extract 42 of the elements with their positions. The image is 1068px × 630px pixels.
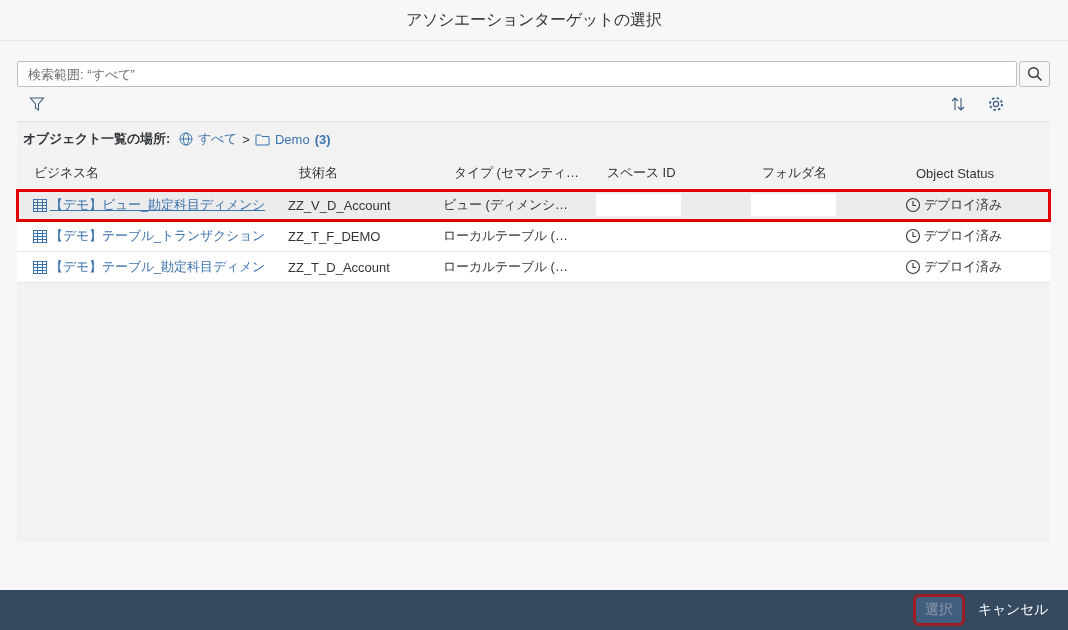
globe-icon: [179, 132, 194, 146]
clock-icon: [905, 259, 921, 275]
status-text: デプロイ済み: [924, 258, 1002, 276]
business-name-link[interactable]: 【デモ】テーブル_トランザクション: [50, 227, 266, 245]
table-icon: [32, 197, 48, 213]
clock-icon: [905, 228, 921, 244]
table-row[interactable]: 【デモ】テーブル_トランザクション ZZ_T_F_DEMO ローカルテーブル (… デプロイ済み: [17, 221, 1050, 252]
table-row[interactable]: 【デモ】ビュー_勘定科目ディメンシ ZZ_V_D_Account ビュー (ディメンシ… デプロイ済み: [17, 190, 1050, 221]
breadcrumb-folder: Demo: [274, 131, 310, 147]
table-cell-text: ZZ_T_F_DEMO: [287, 228, 382, 244]
table-cell-text: ビュー (ディメンシ…: [442, 196, 569, 214]
breadcrumb-separator: >: [242, 131, 250, 147]
search-button[interactable]: [1019, 61, 1050, 87]
filter-icon[interactable]: [29, 96, 45, 112]
breadcrumb-label: オブジェクト一覧の場所:: [23, 130, 171, 148]
table-icon: [32, 259, 48, 275]
status-text: デプロイ済み: [924, 196, 1002, 214]
business-name-link[interactable]: 【デモ】ビュー_勘定科目ディメンシ: [50, 196, 266, 214]
table-cell-text: ZZ_V_D_Account: [287, 197, 392, 213]
status-text: デプロイ済み: [924, 227, 1002, 245]
table-icon: [32, 228, 48, 244]
table-row[interactable]: 【デモ】テーブル_勘定科目ディメン ZZ_T_D_Account ローカルテーブル (… デプロイ済み: [17, 252, 1050, 283]
clock-icon: [905, 197, 921, 213]
column-header[interactable]: タイプ (セマンティ…: [437, 164, 590, 182]
table-cell-text: ローカルテーブル (…: [442, 227, 569, 245]
search-field[interactable]: 検索範囲: “すべて”: [17, 61, 1017, 87]
search-icon: [1026, 66, 1043, 82]
column-header[interactable]: ビジネス名: [17, 164, 282, 182]
dialog-title: アソシエーションターゲットの選択: [406, 9, 662, 30]
table-cell-text: ZZ_T_D_Account: [287, 259, 391, 275]
item-count: (3): [314, 131, 331, 147]
table-cell-text: ローカルテーブル (…: [442, 258, 569, 276]
breadcrumb-link[interactable]: すべて: [198, 130, 238, 148]
column-header[interactable]: フォルダ名: [745, 164, 899, 182]
sort-icon[interactable]: [949, 95, 967, 113]
settings-icon[interactable]: [987, 95, 1005, 113]
column-header[interactable]: Object Status: [899, 165, 1049, 181]
cancel-button[interactable]: キャンセル: [970, 597, 1056, 623]
business-name-link[interactable]: 【デモ】テーブル_勘定科目ディメン: [50, 258, 266, 276]
folder-icon: [254, 132, 270, 146]
column-header[interactable]: 技術名: [282, 164, 437, 182]
column-header[interactable]: スペース ID: [590, 164, 745, 182]
